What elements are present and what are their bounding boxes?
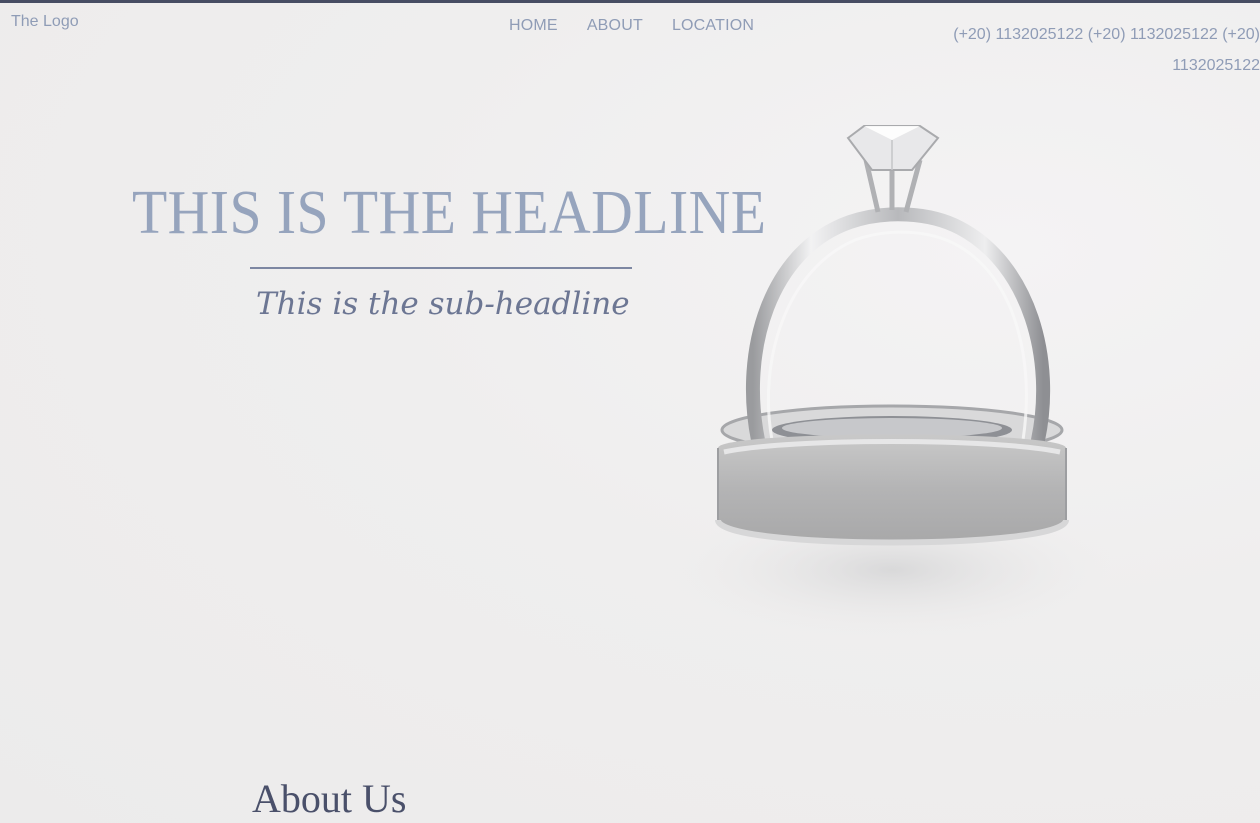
hero-subheadline: This is the sub-headline — [256, 286, 630, 322]
main-nav: HOME ABOUT LOCATION — [509, 17, 754, 35]
logo-link[interactable]: The Logo — [11, 13, 79, 31]
nav-item-home[interactable]: HOME — [509, 17, 558, 35]
phone-line-1: (+20) 1132025122 (+20) 1132025122 (+20) — [953, 26, 1260, 43]
hero-headline: THIS IS THE HEADLINE — [132, 179, 767, 247]
nav-item-about[interactable]: ABOUT — [587, 17, 643, 35]
headline-divider — [250, 267, 632, 269]
phone-line-2: 1132025122 — [1172, 57, 1260, 74]
nav-item-location[interactable]: LOCATION — [672, 17, 754, 35]
about-section-title: About Us — [252, 776, 407, 821]
phone-numbers: (+20) 1132025122 (+20) 1132025122 (+20) … — [930, 19, 1260, 81]
